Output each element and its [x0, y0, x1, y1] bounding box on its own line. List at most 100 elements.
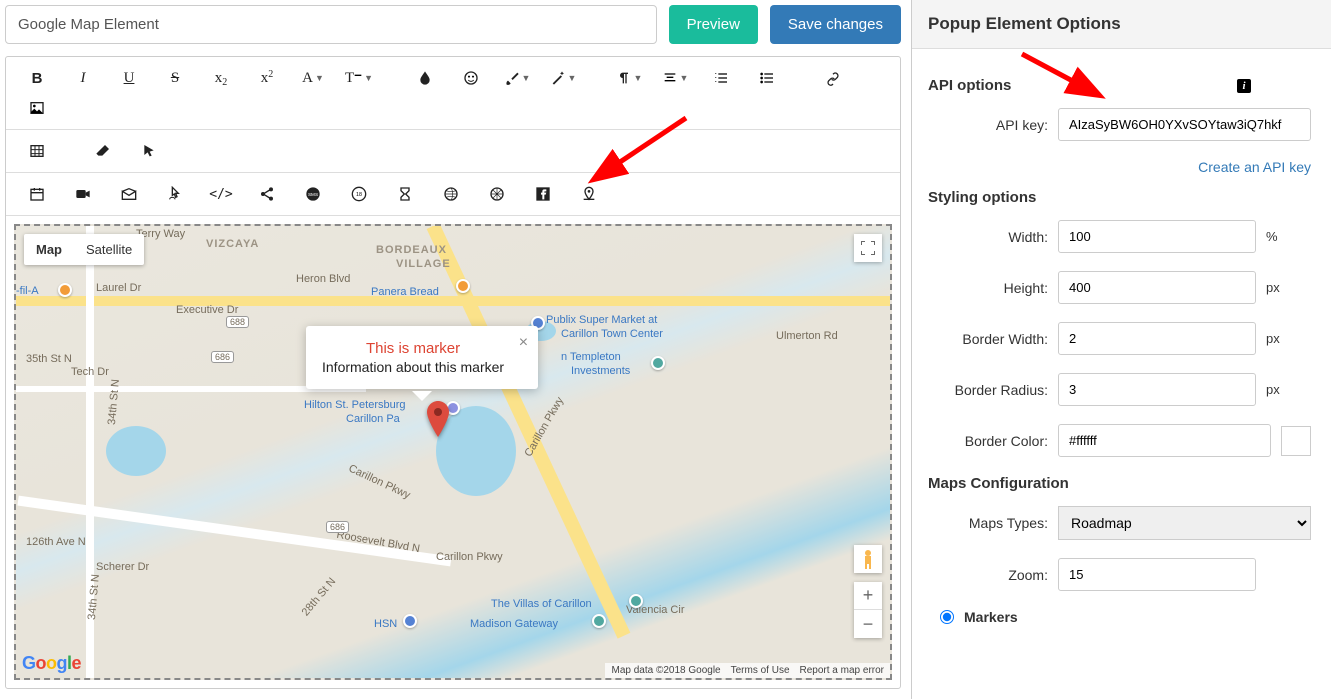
font-family-button[interactable]: A▼ [290, 63, 336, 93]
border-width-unit: px [1266, 331, 1280, 346]
maps-types-select[interactable]: Roadmap [1058, 506, 1311, 540]
map-marker-pin[interactable] [426, 401, 450, 437]
map-element[interactable]: VIZCAYA BORDEAUX VILLAGE -fil-A Panera B… [14, 224, 892, 680]
link-button[interactable] [810, 63, 856, 93]
video-icon[interactable] [60, 179, 106, 209]
align-button[interactable]: ▼ [652, 63, 698, 93]
sms-icon[interactable]: SMS [290, 179, 336, 209]
styling-section-title: Styling options [928, 189, 1311, 206]
image-button[interactable] [14, 93, 60, 123]
info-close-icon[interactable]: × [519, 334, 528, 352]
table-button[interactable] [14, 136, 60, 166]
width-label: Width: [928, 229, 1048, 245]
map-icon[interactable] [566, 179, 612, 209]
map-poi-label: Publix Super Market at [546, 314, 657, 326]
info-title: This is marker [322, 340, 504, 357]
options-panel: Popup Element Options API options i API … [911, 0, 1331, 699]
poi-marker [58, 283, 72, 297]
eraser-button[interactable] [80, 136, 126, 166]
poi-marker [403, 614, 417, 628]
bold-button[interactable]: B [14, 63, 60, 93]
markers-label: Markers [964, 609, 1018, 625]
map-footer: Map data ©2018 Google Terms of Use Repor… [605, 663, 890, 678]
map-poi-label: n Templeton [561, 351, 621, 363]
pointer-icon[interactable] [152, 179, 198, 209]
zoom-out-button[interactable]: − [854, 610, 882, 638]
fullscreen-icon[interactable] [854, 234, 882, 262]
pegman-icon[interactable] [854, 545, 882, 573]
map-area-label: BORDEAUX [376, 244, 447, 256]
zoom-label: Zoom: [928, 567, 1048, 583]
svg-text:18: 18 [356, 192, 362, 198]
map-poi-label: Madison Gateway [470, 618, 558, 630]
color-button[interactable] [402, 63, 448, 93]
zoom-input[interactable] [1058, 558, 1256, 591]
editor-content[interactable]: VIZCAYA BORDEAUX VILLAGE -fil-A Panera B… [6, 216, 900, 688]
paragraph-button[interactable]: ▼ [606, 63, 652, 93]
calendar-icon[interactable] [14, 179, 60, 209]
height-input[interactable] [1058, 271, 1256, 304]
width-unit: % [1266, 229, 1278, 244]
poi-marker [651, 356, 665, 370]
map-tab-satellite[interactable]: Satellite [74, 234, 144, 265]
border-width-label: Border Width: [928, 331, 1048, 347]
map-poi-label: Carillon Town Center [561, 328, 663, 340]
create-api-key-link[interactable]: Create an API key [1198, 159, 1311, 175]
subscript-button[interactable]: x2 [198, 63, 244, 93]
share-icon[interactable] [244, 179, 290, 209]
border-color-input[interactable] [1058, 424, 1271, 457]
map-poi-label: Carillon Pa [346, 413, 400, 425]
mail-icon[interactable] [106, 179, 152, 209]
api-key-input[interactable] [1058, 108, 1311, 141]
map-poi-label: -fil-A [16, 285, 39, 297]
preview-button[interactable]: Preview [669, 5, 758, 44]
zoom-in-button[interactable]: + [854, 582, 882, 610]
globe-icon[interactable] [428, 179, 474, 209]
api-key-label: API key: [928, 117, 1048, 133]
svg-text:SMS: SMS [308, 192, 318, 197]
height-unit: px [1266, 280, 1280, 295]
zoom-control: + − [854, 582, 882, 638]
map-poi-label: HSN [374, 618, 397, 630]
markers-radio[interactable] [940, 610, 954, 624]
facebook-icon[interactable] [520, 179, 566, 209]
map-type-control: Map Satellite [24, 234, 144, 265]
api-section-title: API options i [928, 77, 1311, 94]
border-radius-input[interactable] [1058, 373, 1256, 406]
age-icon[interactable]: 18 [336, 179, 382, 209]
width-input[interactable] [1058, 220, 1256, 253]
toolbar-row-1: B I U S x2 x2 A▼ T▼ ▼ ▼ ▼ ▼ [6, 57, 900, 130]
toolbar-row-2 [6, 130, 900, 173]
panel-title: Popup Element Options [912, 0, 1331, 49]
editor: B I U S x2 x2 A▼ T▼ ▼ ▼ ▼ ▼ [5, 56, 901, 689]
code-icon[interactable]: </> [198, 179, 244, 209]
arrow-annotation-panel [1012, 44, 1112, 104]
maps-types-label: Maps Types: [928, 515, 1048, 531]
map-poi-label: Hilton St. Petersburg [304, 399, 406, 411]
color-swatch[interactable] [1281, 426, 1311, 456]
superscript-button[interactable]: x2 [244, 63, 290, 93]
italic-button[interactable]: I [60, 63, 106, 93]
underline-button[interactable]: U [106, 63, 152, 93]
save-button[interactable]: Save changes [770, 5, 901, 44]
header-row: Preview Save changes [5, 5, 901, 44]
map-terms-link[interactable]: Terms of Use [731, 665, 790, 676]
brush-button[interactable]: ▼ [494, 63, 540, 93]
info-icon[interactable]: i [1237, 79, 1251, 93]
border-width-input[interactable] [1058, 322, 1256, 355]
map-tab-map[interactable]: Map [24, 234, 74, 265]
hourglass-icon[interactable] [382, 179, 428, 209]
wheel-icon[interactable] [474, 179, 520, 209]
ordered-list-button[interactable] [698, 63, 744, 93]
map-poi-label: Investments [571, 365, 630, 377]
poi-marker [456, 279, 470, 293]
emoji-button[interactable] [448, 63, 494, 93]
map-report-link[interactable]: Report a map error [800, 665, 884, 676]
cursor-button[interactable] [126, 136, 172, 166]
strikethrough-button[interactable]: S [152, 63, 198, 93]
wand-button[interactable]: ▼ [540, 63, 586, 93]
unordered-list-button[interactable] [744, 63, 790, 93]
element-title-input[interactable] [5, 5, 657, 44]
map-poi-label: The Villas of Carillon [491, 598, 592, 610]
paragraph-format-button[interactable]: T▼ [336, 63, 382, 93]
